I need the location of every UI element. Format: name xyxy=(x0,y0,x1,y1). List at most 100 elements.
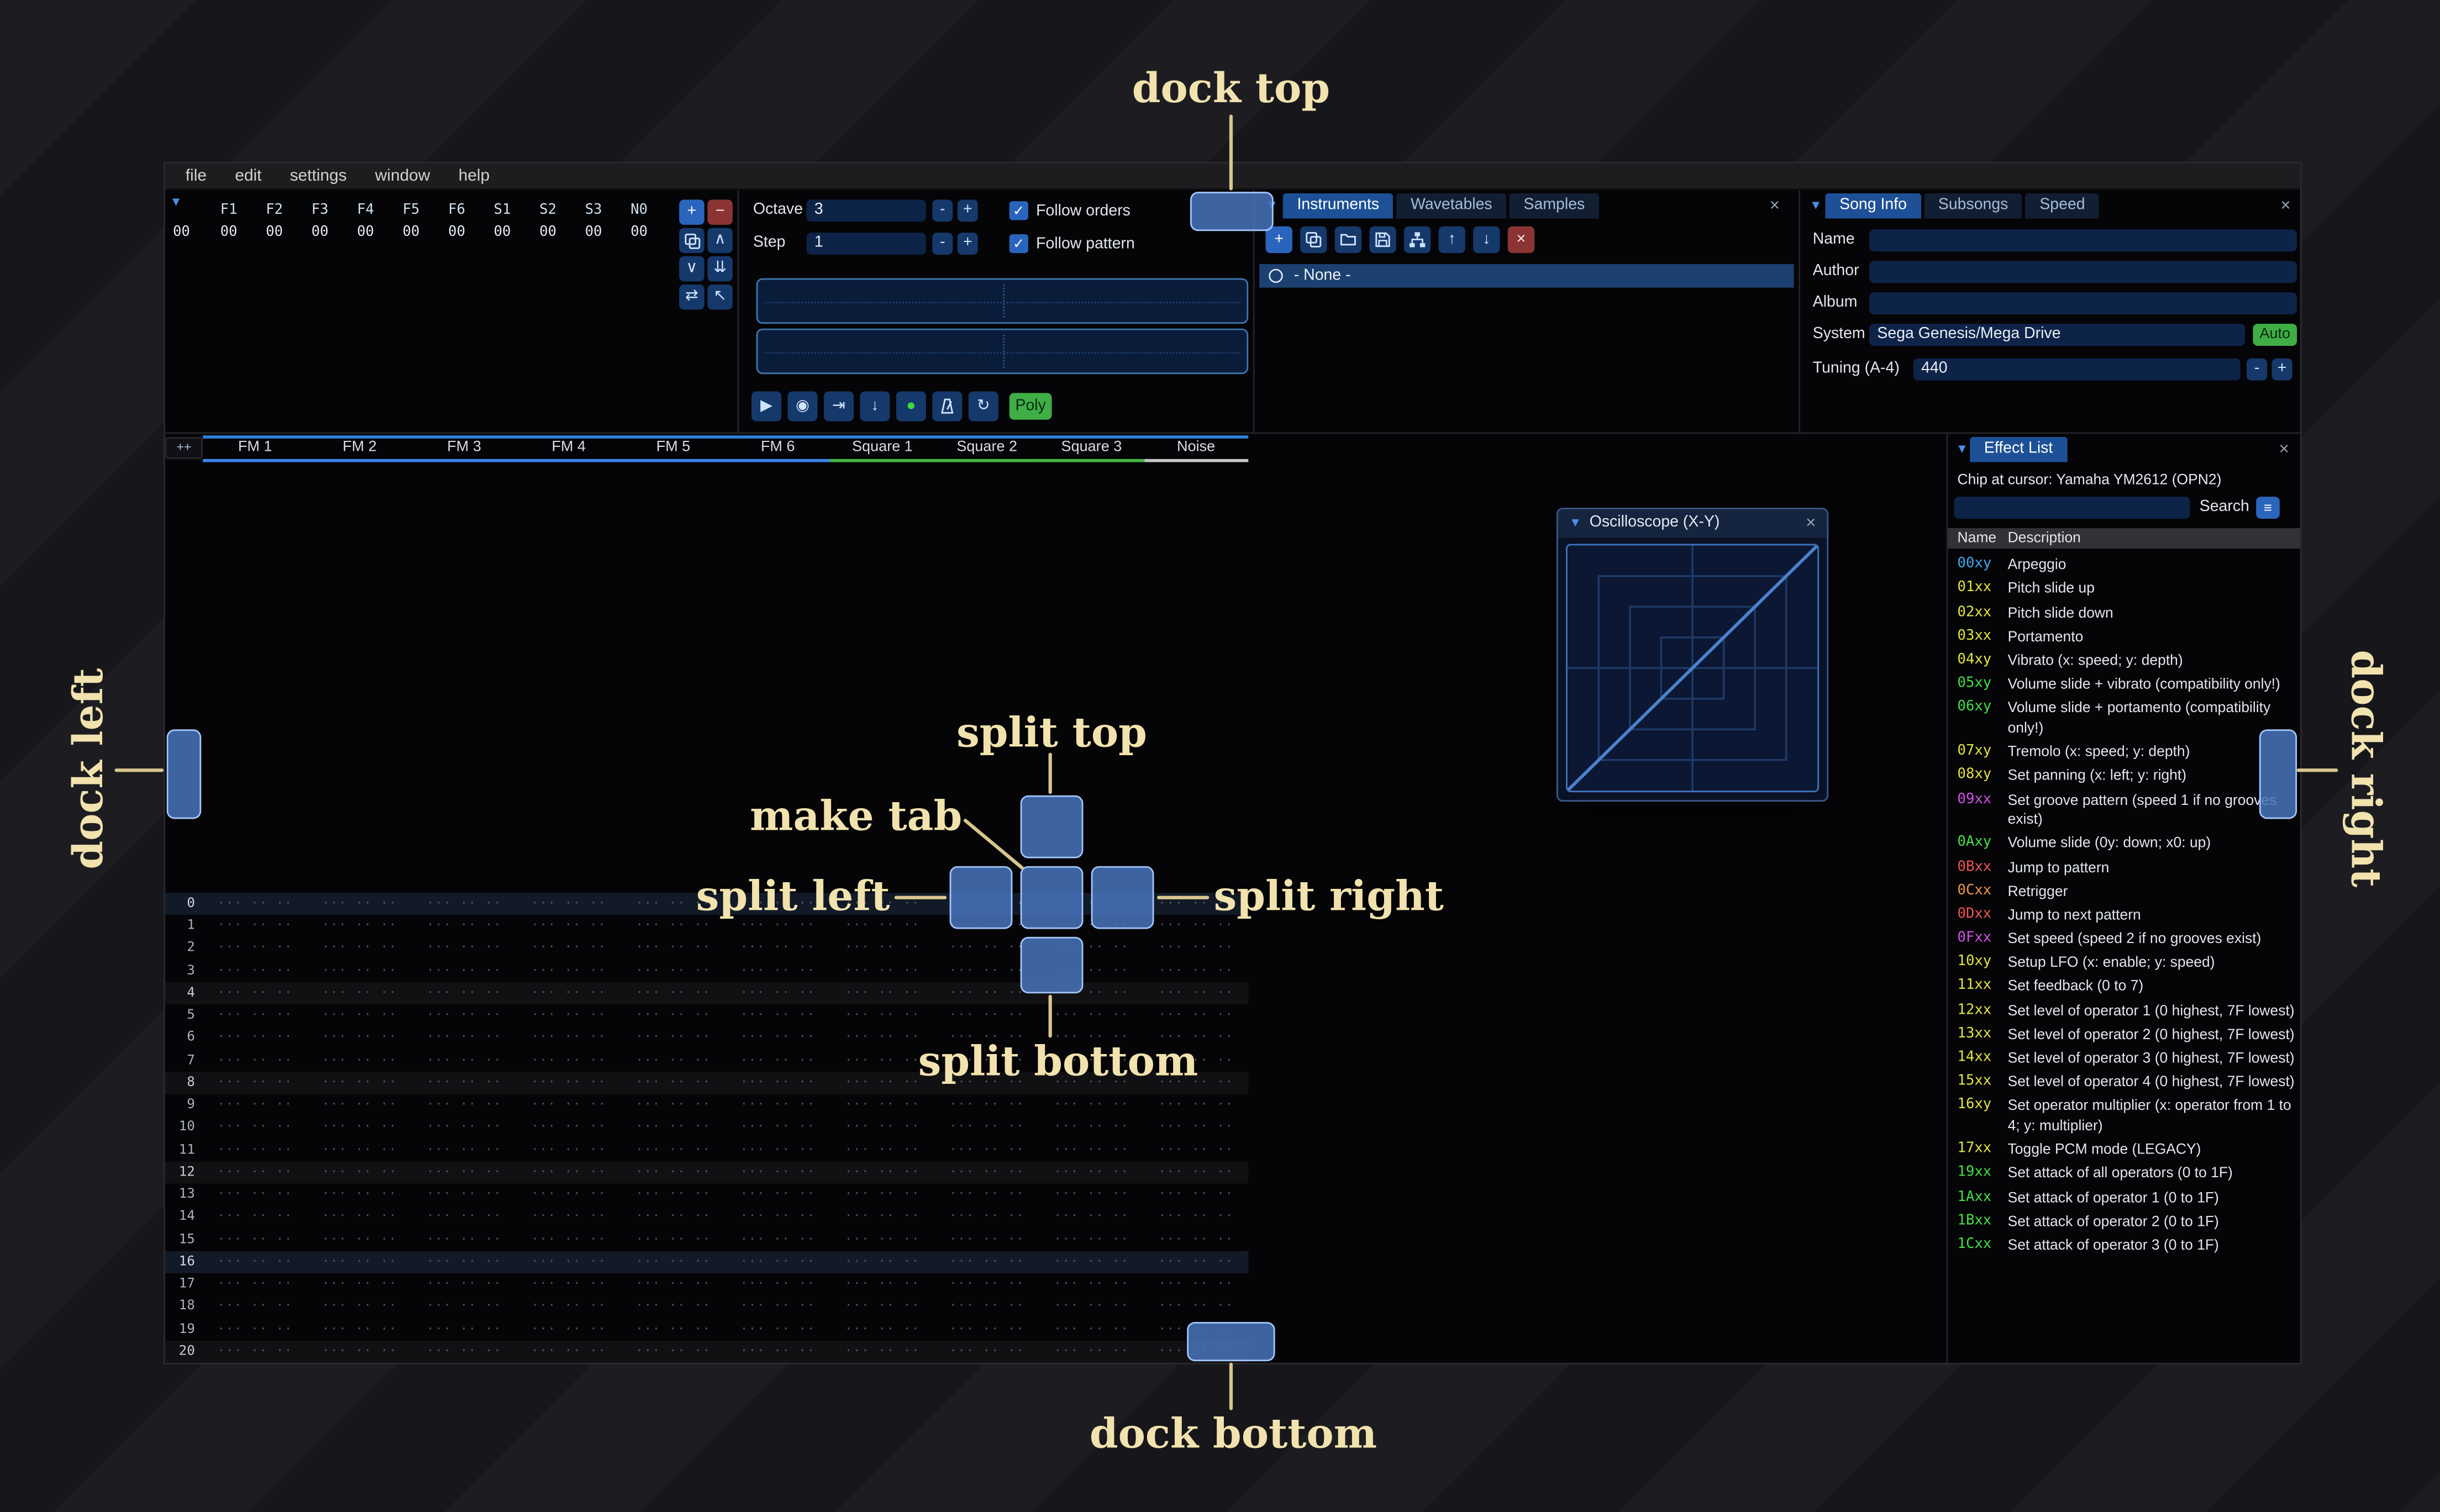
octave-increase-button[interactable]: + xyxy=(957,199,978,222)
close-icon[interactable]: × xyxy=(1806,514,1816,533)
auto-system-button[interactable]: Auto xyxy=(2253,324,2297,346)
pattern-cell-fm-5[interactable]: ··· ·· ·· ··· xyxy=(621,1273,725,1296)
pattern-cell-square-2[interactable]: ··· ·· ·· ··· xyxy=(935,1318,1039,1341)
pattern-cell-fm-5[interactable]: ··· ·· ·· ··· xyxy=(621,1050,725,1072)
pattern-cell-fm-1[interactable]: ··· ·· ·· ··· xyxy=(203,1161,307,1184)
dock-right-target[interactable] xyxy=(2259,729,2297,819)
move-instrument-down-button[interactable]: ↓ xyxy=(1473,226,1500,254)
add-order-button[interactable]: + xyxy=(679,199,704,225)
pattern-cell-fm-4[interactable]: ··· ·· ·· ··· xyxy=(517,1273,621,1296)
effect-row-0fxx[interactable]: 0Fxx Set speed (speed 2 if no grooves exi… xyxy=(1948,927,2300,951)
pattern-cell-fm-6[interactable]: ··· ·· ·· ··· xyxy=(725,1139,830,1162)
pattern-cell-fm-2[interactable]: ··· ·· ·· ··· xyxy=(307,1005,412,1028)
channel-header-fm-6[interactable]: FM 6 xyxy=(725,437,830,462)
channel-header-fm-1[interactable]: FM 1 xyxy=(203,437,308,462)
pattern-cell-fm-1[interactable]: ··· ·· ·· ··· xyxy=(203,1295,307,1318)
pattern-cell-fm-3[interactable]: ··· ·· ·· ··· xyxy=(412,1363,516,1365)
effect-row-11xx[interactable]: 11xx Set feedback (0 to 7) xyxy=(1948,975,2300,999)
effect-row-19xx[interactable]: 19xx Set attack of all operators (0 to 1F… xyxy=(1948,1162,2300,1186)
pattern-cell-square-3[interactable]: ··· ·· ·· ··· xyxy=(1039,1363,1144,1365)
pattern-cell-square-2[interactable]: ··· ·· ·· ··· xyxy=(935,1139,1039,1162)
pattern-cell-fm-2[interactable]: ··· ·· ·· ··· xyxy=(307,1050,412,1072)
pattern-cell-fm-5[interactable]: ··· ·· ·· ··· xyxy=(621,1363,725,1365)
pattern-cell-noise[interactable]: ··· ·· ·· ··· xyxy=(1144,982,1248,1005)
pattern-cell-fm-5[interactable]: ··· ·· ·· ··· xyxy=(621,1027,725,1050)
pattern-cell-fm-1[interactable]: ··· ·· ·· ··· xyxy=(203,1184,307,1207)
pattern-cell-square-2[interactable]: ··· ·· ·· ··· xyxy=(935,1206,1039,1229)
effect-row-12xx[interactable]: 12xx Set level of operator 1 (0 highest, … xyxy=(1948,999,2300,1023)
pattern-cell-fm-6[interactable]: ··· ·· ·· ··· xyxy=(725,1251,830,1273)
metronome-button[interactable] xyxy=(932,391,963,422)
pattern-cell-fm-5[interactable]: ··· ·· ·· ··· xyxy=(621,1094,725,1117)
pattern-cell-fm-2[interactable]: ··· ·· ·· ··· xyxy=(307,960,412,983)
effect-row-00xy[interactable]: 00xy Arpeggio xyxy=(1948,554,2300,577)
delete-instrument-button[interactable]: × xyxy=(1507,226,1535,254)
pattern-cell-square-2[interactable]: ··· ·· ·· ··· xyxy=(935,1251,1039,1273)
order-value-s2[interactable]: 00 xyxy=(525,225,571,240)
input-pad-upper[interactable] xyxy=(756,278,1249,324)
pattern-cell-fm-1[interactable]: ··· ·· ·· ··· xyxy=(203,982,307,1005)
pattern-cell-fm-5[interactable]: ··· ·· ·· ··· xyxy=(621,1072,725,1094)
pattern-cell-fm-1[interactable]: ··· ·· ·· ··· xyxy=(203,1139,307,1162)
order-edit-mode-button[interactable]: ↖ xyxy=(707,285,733,310)
channel-header-fm-5[interactable]: FM 5 xyxy=(620,437,726,462)
pattern-cell-fm-6[interactable]: ··· ·· ·· ··· xyxy=(725,937,830,960)
close-icon[interactable]: × xyxy=(2280,197,2290,215)
remove-order-button[interactable]: − xyxy=(707,199,733,225)
pattern-cell-square-1[interactable]: ··· ·· ·· ··· xyxy=(830,1363,934,1365)
tab-samples[interactable]: Samples xyxy=(1509,193,1599,219)
pattern-cell-fm-2[interactable]: ··· ·· ·· ··· xyxy=(307,1094,412,1117)
pattern-cell-square-1[interactable]: ··· ·· ·· ··· xyxy=(830,982,934,1005)
dock-left-target[interactable] xyxy=(166,729,202,819)
pattern-cell-fm-1[interactable]: ··· ·· ·· ··· xyxy=(203,937,307,960)
pattern-cell-fm-1[interactable]: ··· ·· ·· ··· xyxy=(203,1027,307,1050)
tab-effect-list[interactable]: Effect List xyxy=(1970,437,2067,462)
channel-header-fm-2[interactable]: FM 2 xyxy=(307,437,412,462)
pattern-cell-fm-4[interactable]: ··· ·· ·· ··· xyxy=(517,1094,621,1117)
play-one-row-button[interactable]: ⇥ xyxy=(823,391,854,422)
pattern-cell-fm-1[interactable]: ··· ·· ·· ··· xyxy=(203,1273,307,1296)
pattern-cell-noise[interactable]: ··· ·· ·· ··· xyxy=(1144,1229,1248,1251)
collapse-icon[interactable]: ▼ xyxy=(1569,517,1582,530)
pattern-cell-square-1[interactable]: ··· ·· ·· ··· xyxy=(830,1229,934,1251)
order-value-f3[interactable]: 00 xyxy=(297,225,343,240)
pattern-cell-square-2[interactable]: ··· ·· ·· ··· xyxy=(935,1094,1039,1117)
pattern-cell-fm-3[interactable]: ··· ·· ·· ··· xyxy=(412,960,516,983)
pattern-cell-noise[interactable]: ··· ·· ·· ··· xyxy=(1144,1116,1248,1139)
tuning-input[interactable]: 440 xyxy=(1913,358,2241,381)
pattern-cell-square-1[interactable]: ··· ·· ·· ··· xyxy=(830,1318,934,1341)
pattern-cell-fm-2[interactable]: ··· ·· ·· ··· xyxy=(307,1139,412,1162)
pattern-cell-noise[interactable]: ··· ·· ·· ··· xyxy=(1144,1251,1248,1273)
pattern-cell-square-1[interactable]: ··· ·· ·· ··· xyxy=(830,1116,934,1139)
pattern-cell-square-1[interactable]: ··· ·· ·· ··· xyxy=(830,1005,934,1028)
pattern-cell-fm-1[interactable]: ··· ·· ·· ··· xyxy=(203,1116,307,1139)
pattern-cell-square-1[interactable]: ··· ·· ·· ··· xyxy=(830,1341,934,1363)
change-all-orders-button[interactable]: ⇄ xyxy=(679,285,704,310)
effect-row-06xy[interactable]: 06xy Volume slide + portamento (compatibi… xyxy=(1948,697,2300,740)
pattern-cell-noise[interactable]: ··· ·· ·· ··· xyxy=(1144,1184,1248,1207)
tab-instruments[interactable]: Instruments xyxy=(1282,193,1393,219)
pattern-cell-square-1[interactable]: ··· ·· ·· ··· xyxy=(830,1295,934,1318)
pattern-cell-square-2[interactable]: ··· ·· ·· ··· xyxy=(935,1184,1039,1207)
effect-row-03xx[interactable]: 03xx Portamento xyxy=(1948,625,2300,649)
pattern-cell-square-1[interactable]: ··· ·· ·· ··· xyxy=(830,1184,934,1207)
pattern-cell-fm-6[interactable]: ··· ·· ·· ··· xyxy=(725,1116,830,1139)
pattern-cell-fm-2[interactable]: ··· ·· ·· ··· xyxy=(307,1273,412,1296)
pattern-cell-fm-3[interactable]: ··· ·· ·· ··· xyxy=(412,1072,516,1094)
effect-row-0cxx[interactable]: 0Cxx Retrigger xyxy=(1948,879,2300,903)
pattern-cell-fm-2[interactable]: ··· ·· ·· ··· xyxy=(307,1184,412,1207)
pattern-cell-noise[interactable]: ··· ·· ·· ··· xyxy=(1144,1139,1248,1162)
add-instrument-button[interactable]: + xyxy=(1265,226,1292,254)
pattern-cell-fm-6[interactable]: ··· ·· ·· ··· xyxy=(725,1161,830,1184)
pattern-cell-fm-4[interactable]: ··· ·· ·· ··· xyxy=(517,960,621,983)
pattern-cell-fm-6[interactable]: ··· ·· ·· ··· xyxy=(725,982,830,1005)
field-author-input[interactable] xyxy=(1869,261,2297,283)
pattern-cell-fm-4[interactable]: ··· ·· ·· ··· xyxy=(517,1341,621,1363)
pattern-cell-fm-6[interactable]: ··· ·· ·· ··· xyxy=(725,1363,830,1365)
pattern-cell-fm-2[interactable]: ··· ·· ·· ··· xyxy=(307,1027,412,1050)
pattern-cell-fm-1[interactable]: ··· ·· ·· ··· xyxy=(203,1363,307,1365)
pattern-cell-fm-3[interactable]: ··· ·· ·· ··· xyxy=(412,937,516,960)
effect-row-08xy[interactable]: 08xy Set panning (x: left; y: right) xyxy=(1948,764,2300,788)
oscilloscope-titlebar[interactable]: ▼ Oscilloscope (X-Y) × xyxy=(1558,509,1827,538)
order-value-n0[interactable]: 00 xyxy=(616,225,662,240)
